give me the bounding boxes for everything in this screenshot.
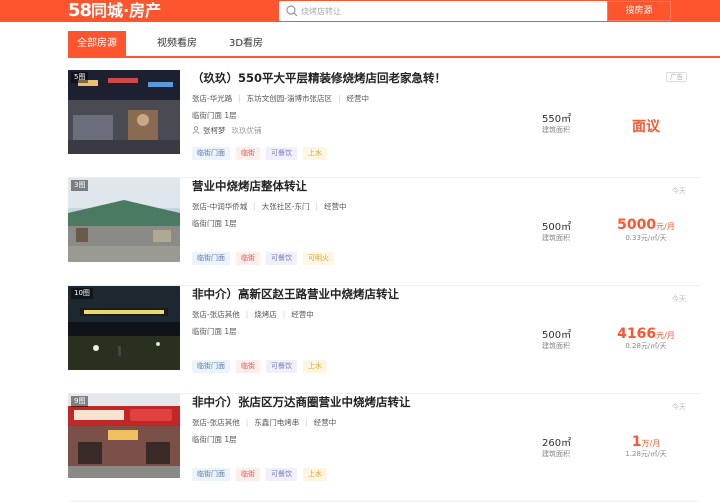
listing-title[interactable]: 非中介）张店区万达商圈营业中烧烤店转让 [192,394,411,410]
listing-tags: 临街门面 临街 可餐饮 可明火 [192,245,340,265]
top-header: 58同城·房产 搜房源 [0,0,720,22]
area-label: 建筑面积 [542,342,570,350]
image-count-badge: 3图 [71,180,89,191]
listing-title[interactable]: （玖玖）550平大平层精装修烧烤店回老家急转！ [192,70,446,86]
area-label: 建筑面积 [542,234,570,242]
tag: 上水 [303,147,327,160]
listing-photo[interactable]: 9图 [68,394,180,478]
location-area[interactable]: 张店-张店其他 [192,310,240,319]
tag: 可明火 [303,252,334,265]
area-label: 建筑面积 [542,450,570,458]
listing-floor: 临街门面 1层 [192,327,237,336]
business-status: 经营中 [313,418,337,427]
tag: 临街 [236,252,260,265]
person-icon [192,126,200,134]
listing-area: 500㎡ [542,330,572,341]
listing-photo[interactable]: 5图 [68,70,180,154]
listing-price: 5000元/月 [617,217,675,233]
listing-photo[interactable]: 10图 [68,286,180,370]
unit-price: 0.33元/㎡/天 [625,234,667,242]
business-status: 经营中 [346,94,370,103]
search-button[interactable]: 搜房源 [607,1,671,21]
logo-number: 58 [68,0,92,21]
listing-location: 张店-中润华侨城 | 大张社区-东门 | 经营中 [192,202,347,211]
business-status: 经营中 [291,310,314,319]
tag: 临街门面 [192,252,230,265]
listing-tags: 临街门面 临街 可餐饮 上水 [192,353,333,373]
listing-price: 4166元/月 [617,326,675,342]
tag: 临街门面 [192,360,230,373]
ad-badge: 广告 [666,72,687,82]
post-date: 今天 [672,187,686,195]
listing-title[interactable]: 非中介）高新区赵王路营业中烧烤店转让 [192,286,399,302]
tag: 临街门面 [192,468,230,481]
unit-price: 1.28元/㎡/天 [625,450,667,458]
agent-shop[interactable]: 玖玖优铺 [232,126,262,135]
location-area[interactable]: 张店-张店其他 [192,418,240,427]
unit-price: 0.28元/㎡/天 [625,342,667,350]
listing-area: 500㎡ [542,222,572,233]
listing-item[interactable]: 10图 非中介）高新区赵王路营业中烧烤店转让 张店-张店其他 | 烧烤店 | 经营中 临… [68,286,700,394]
listing-item[interactable]: 5图 （玖玖）550平大平层精装修烧烤店回老家急转！ 张店-华光路 | 东坊文创园-… [68,70,700,178]
tag: 上水 [303,468,327,481]
listing-item[interactable]: 3图 营业中烧烤店整体转让 张店-中润华侨城 | 大张社区-东门 | 经营中 临街门面 … [68,178,700,286]
listing-area: 260㎡ [542,438,572,449]
location-area[interactable]: 张店-华光路 [192,94,232,103]
tab-all-listings[interactable]: 全部房源 [68,31,126,56]
tag: 临街 [236,468,260,481]
listing-tabs: 全部房源 视频看房 3D看房 [68,31,720,58]
listing-agent: 张柯梦 玖玖优铺 [192,125,262,136]
location-area[interactable]: 张店-中润华侨城 [192,202,247,211]
image-count-badge: 5图 [71,72,89,83]
listing-photo[interactable]: 3图 [68,178,180,262]
tag: 可餐饮 [266,252,297,265]
business-status: 经营中 [324,202,347,211]
location-detail[interactable]: 东鑫门电烤串 [254,418,299,427]
tag: 上水 [303,360,327,373]
tag: 可餐饮 [266,147,297,160]
search-icon [286,5,298,17]
post-date: 今天 [672,403,686,411]
listing-location: 张店-华光路 | 东坊文创园-淄博市张店区 | 经营中 [192,94,370,103]
search-box [279,1,607,21]
listing-location: 张店-张店其他 | 东鑫门电烤串 | 经营中 [192,418,337,427]
listing-floor: 临街门面 1层 [192,435,237,444]
location-detail[interactable]: 东坊文创园-淄博市张店区 [247,94,332,103]
listing-location: 张店-张店其他 | 烧烤店 | 经营中 [192,310,314,319]
tag: 临街 [236,360,260,373]
listing-title[interactable]: 营业中烧烤店整体转让 [192,178,307,194]
listing-tags: 临街门面 临街 可餐饮 上水 [192,461,333,481]
agent-name[interactable]: 张柯梦 [203,126,226,135]
tag: 可餐饮 [266,360,297,373]
listing-item[interactable]: 9图 非中介）张店区万达商圈营业中烧烤店转让 张店-张店其他 | 东鑫门电烤串 | 经营… [68,394,700,502]
tab-video-tour[interactable]: 视频看房 [148,31,206,56]
tag: 临街 [236,147,260,160]
listing-floor: 临街门面 1层 [192,111,237,120]
listing-tags: 临街门面 临街 可餐饮 上水 [192,140,333,160]
listing-price: 面议 [632,119,660,135]
site-logo[interactable]: 58同城·房产 [68,0,161,22]
tag: 临街门面 [192,147,230,160]
listing-price: 1万/月 [631,434,661,450]
location-detail[interactable]: 大张社区-东门 [262,202,310,211]
listing-area: 550㎡ [542,114,572,125]
listing-floor: 临街门面 1层 [192,219,237,228]
logo-text: 同城·房产 [91,1,162,20]
image-count-badge: 9图 [71,396,89,407]
post-date: 今天 [672,295,686,303]
tab-3d-tour[interactable]: 3D看房 [218,31,274,56]
tag: 可餐饮 [266,468,297,481]
location-detail[interactable]: 烧烤店 [254,310,277,319]
search-input[interactable] [301,1,601,21]
image-count-badge: 10图 [71,288,93,299]
area-label: 建筑面积 [542,126,570,134]
